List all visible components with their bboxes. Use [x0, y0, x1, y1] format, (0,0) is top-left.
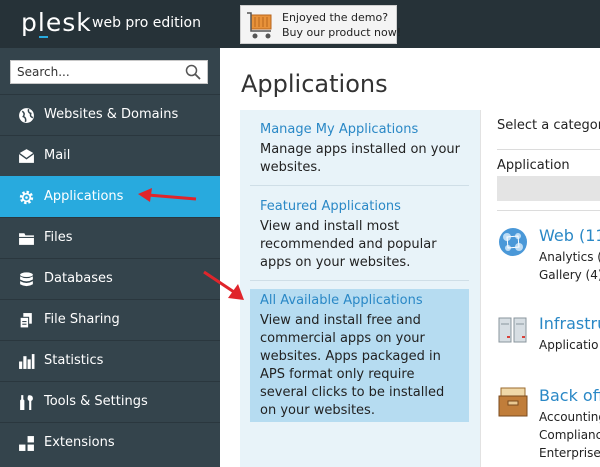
sidebar-item-label: Applications [44, 189, 124, 204]
subcategory-link[interactable]: Gallery (4) [539, 268, 600, 282]
extensions-icon [19, 436, 34, 451]
sidebar-item-label: Extensions [44, 435, 115, 450]
file-sharing-icon [19, 313, 32, 329]
gear-icon [19, 190, 34, 205]
divider [497, 149, 600, 150]
sidebar-item-label: File Sharing [44, 312, 120, 327]
top-bar: plesk web pro edition Enjoyed the demo? … [0, 0, 600, 48]
menu-item-description: Manage apps installed on your websites. [260, 142, 460, 175]
sidebar-item-file-sharing[interactable]: File Sharing [0, 299, 220, 340]
sidebar-item-websites-domains[interactable]: Websites & Domains [0, 94, 220, 135]
subcategory-link[interactable]: Accounting [539, 410, 600, 424]
search-input[interactable] [17, 63, 182, 81]
menu-item-manage-my-applications[interactable]: Manage My Applications Manage apps insta… [250, 120, 469, 186]
sidebar-item-label: Websites & Domains [44, 107, 179, 122]
plesk-logo[interactable]: plesk [21, 8, 92, 37]
search-box[interactable] [10, 60, 208, 84]
category-name[interactable]: Infrastru [539, 314, 600, 333]
sidebar-item-label: Tools & Settings [44, 394, 148, 409]
server-icon [498, 317, 527, 343]
select-category-label: Select a category [497, 118, 600, 133]
annotation-arrow-icon [203, 270, 244, 300]
menu-item-title[interactable]: Manage My Applications [260, 122, 418, 137]
application-catalog: Select a category Application Web (11 An… [480, 110, 600, 467]
sidebar-nav: Websites & Domains Mail Applications Fil… [0, 94, 220, 463]
applications-menu-panel: Manage My Applications Manage apps insta… [240, 110, 480, 467]
sidebar-item-label: Databases [44, 271, 113, 286]
web-globe-icon [499, 228, 527, 256]
sidebar-item-tools-settings[interactable]: Tools & Settings [0, 381, 220, 422]
promo-line-1: Enjoyed the demo? [282, 11, 389, 24]
page-title: Applications [241, 70, 388, 98]
envelope-icon [18, 149, 35, 163]
sidebar-item-statistics[interactable]: Statistics [0, 340, 220, 381]
category-name[interactable]: Back offi [539, 386, 600, 405]
menu-item-all-available-applications[interactable]: All Available Applications View and inst… [250, 289, 469, 422]
database-icon [20, 272, 33, 287]
subcategory-link[interactable]: Applicatio [539, 338, 598, 352]
menu-item-description: View and install free and commercial app… [260, 313, 445, 418]
sidebar-item-label: Files [44, 230, 73, 245]
globe-icon [19, 108, 34, 123]
application-column-label: Application [497, 158, 570, 173]
sidebar-item-files[interactable]: Files [0, 217, 220, 258]
subcategory-link[interactable]: Analytics ( [539, 250, 600, 264]
sidebar: Websites & Domains Mail Applications Fil… [0, 48, 220, 467]
sidebar-item-mail[interactable]: Mail [0, 135, 220, 176]
menu-item-title[interactable]: All Available Applications [260, 293, 423, 308]
menu-item-description: View and install most recommended and po… [260, 219, 437, 270]
sidebar-item-databases[interactable]: Databases [0, 258, 220, 299]
subcategory-link[interactable]: Enterprise [539, 446, 600, 460]
sidebar-item-label: Statistics [44, 353, 104, 368]
category-name[interactable]: Web (11 [539, 226, 600, 245]
sidebar-item-label: Mail [44, 148, 71, 163]
menu-item-featured-applications[interactable]: Featured Applications View and install m… [250, 197, 469, 281]
annotation-arrow-icon [138, 188, 197, 202]
archive-drawer-icon [498, 387, 528, 417]
shopping-cart-icon [247, 12, 272, 39]
sidebar-item-extensions[interactable]: Extensions [0, 422, 220, 463]
folder-icon [19, 233, 34, 245]
divider [497, 210, 600, 211]
buy-product-banner[interactable]: Enjoyed the demo? Buy our product now! [240, 5, 401, 44]
bar-chart-icon [19, 354, 35, 369]
application-search-field[interactable] [497, 176, 600, 201]
search-icon[interactable] [185, 64, 201, 80]
tools-icon [20, 395, 33, 410]
subcategory-link[interactable]: Complianc [539, 428, 600, 442]
edition-label: web pro edition [92, 15, 201, 31]
menu-item-title[interactable]: Featured Applications [260, 199, 401, 214]
promo-line-2: Buy our product now! [282, 26, 402, 39]
logo-accent [39, 36, 48, 38]
